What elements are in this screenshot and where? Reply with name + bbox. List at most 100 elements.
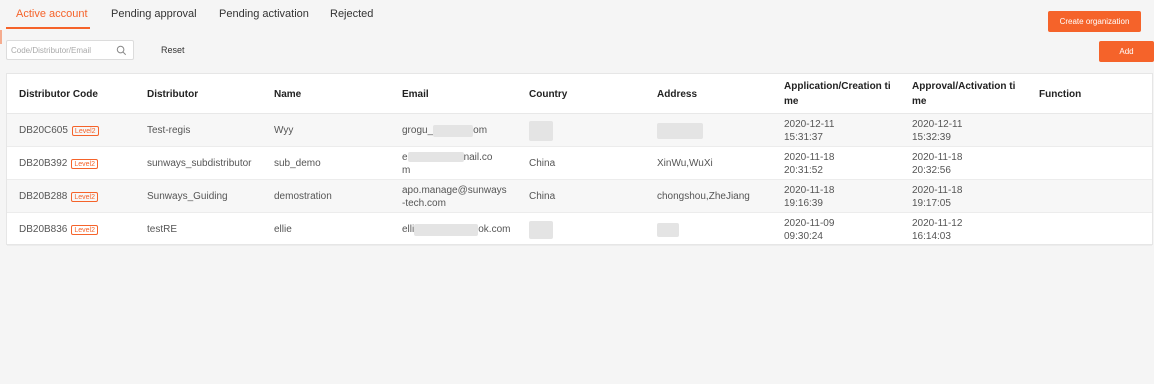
date-text: 2020-11-18 [912,151,963,163]
email-part: e [402,151,408,163]
header-application-time: Application/Creation ti me [784,81,891,107]
tab-active-account[interactable]: Active account [16,8,88,20]
email-part: apo.manage@sunways [402,184,507,196]
date-text: 2020-11-18 [784,151,835,163]
time-text: 19:16:39 [784,197,823,209]
approval-time-cell: 2020-12-11 15:32:39 [912,114,962,147]
header-email: Email [402,88,429,100]
page: Active account Pending approval Pending … [0,0,1154,384]
table-header: Distributor Code Distributor Name Email … [7,74,1152,114]
distributor-cell: sunways_subdistributor [147,158,252,169]
email-line: e nail.co [402,151,492,164]
name-cell: Wyy [274,125,294,136]
email-part: grogu_ [402,125,434,136]
time-text: 15:32:39 [912,131,951,143]
tab-pending-approval[interactable]: Pending approval [111,8,197,20]
header-function: Function [1039,88,1082,100]
tab-bar: Active account Pending approval Pending … [0,0,1154,30]
level-badge: Level2 [71,125,99,136]
distributor-cell: Test-regis [147,125,191,136]
email-part: om [473,125,488,136]
country-cell: China [529,191,556,202]
date-text: 2020-11-12 [912,217,963,229]
left-accent-bar [0,30,2,44]
email-cell: e nail.co m [402,147,492,180]
add-button[interactable]: Add [1099,41,1154,62]
approval-time-cell: 2020-11-18 20:32:56 [912,147,962,180]
level-badge: Level2 [71,224,99,235]
redacted-block [657,122,703,139]
address-cell: chongshou,ZheJiang [657,191,750,202]
approval-time-cell: 2020-11-12 16:14:03 [912,213,962,246]
time-text: 19:17:05 [912,197,951,209]
date-text: 2020-12-11 [784,118,835,130]
code-cell: DB20C605 Level2 [19,114,99,147]
email-part: nail.co [463,151,493,163]
time-text: 16:14:03 [912,230,951,242]
country-cell [529,114,553,147]
redacted-block [407,151,464,162]
distributor-cell: Sunways_Guiding [147,191,228,202]
address-cell [657,213,679,246]
active-tab-indicator [6,27,90,29]
name-cell: ellie [274,224,292,235]
distributor-code: DB20B392 [19,158,68,169]
distributor-code: DB20B288 [19,191,68,202]
email-part: m [402,164,411,176]
date-text: 2020-11-18 [784,184,835,196]
application-time-cell: 2020-11-09 09:30:24 [784,213,834,246]
time-text: 09:30:24 [784,230,823,242]
reset-button[interactable]: Reset [161,45,185,55]
email-cell: apo.manage@sunways -tech.com [402,180,507,213]
email-part: ok.com [478,224,511,235]
search-box [6,40,134,60]
redacted-block [529,120,553,141]
application-time-cell: 2020-11-18 19:16:39 [784,180,834,213]
level-badge: Level2 [71,191,99,202]
email-part: -tech.com [402,197,446,209]
table-row[interactable]: DB20B392 Level2 sunways_subdistributor s… [7,147,1152,180]
header-address: Address [657,88,698,100]
header-country: Country [529,88,568,100]
table-row[interactable]: DB20B288 Level2 Sunways_Guiding demostra… [7,180,1152,213]
approval-time-cell: 2020-11-18 19:17:05 [912,180,962,213]
redacted-block [529,220,553,239]
code-cell: DB20B836 Level2 [19,213,99,246]
table-row[interactable]: DB20B836 Level2 testRE ellie elli ok.com… [7,213,1152,246]
country-cell [529,213,553,246]
name-cell: sub_demo [274,158,321,169]
email-cell: elli ok.com [402,213,510,246]
date-text: 2020-12-11 [912,118,963,130]
date-text: 2020-11-09 [784,217,835,229]
time-text: 20:32:56 [912,164,951,176]
country-cell: China [529,158,556,169]
distributor-code: DB20B836 [19,224,68,235]
search-input[interactable] [11,43,111,57]
level-badge: Level2 [71,158,99,169]
redacted-block [433,124,474,137]
address-cell [657,114,703,147]
distributor-cell: testRE [147,224,178,235]
distributor-code: DB20C605 [19,125,68,136]
email-cell: grogu_ om [402,114,487,147]
header-distributor: Distributor [147,88,199,100]
code-cell: DB20B392 Level2 [19,147,99,180]
header-name: Name [274,88,302,100]
distributor-table: Distributor Code Distributor Name Email … [6,73,1153,246]
header-approval-time: Approval/Activation ti me [912,81,1016,107]
date-text: 2020-11-18 [912,184,963,196]
tab-pending-activation[interactable]: Pending activation [219,8,309,20]
table-row[interactable]: DB20C605 Level2 Test-regis Wyy grogu_ om… [7,114,1152,147]
email-part: elli [402,224,415,235]
code-cell: DB20B288 Level2 [19,180,99,213]
header-distributor-code: Distributor Code [19,88,98,100]
time-text: 15:31:37 [784,131,823,143]
name-cell: demostration [274,191,332,202]
search-icon[interactable] [116,45,127,56]
tab-rejected[interactable]: Rejected [330,8,373,20]
address-cell: XinWu,WuXi [657,158,713,169]
redacted-block [414,223,479,236]
create-organization-button[interactable]: Create organization [1048,11,1141,32]
application-time-cell: 2020-12-11 15:31:37 [784,114,834,147]
time-text: 20:31:52 [784,164,823,176]
